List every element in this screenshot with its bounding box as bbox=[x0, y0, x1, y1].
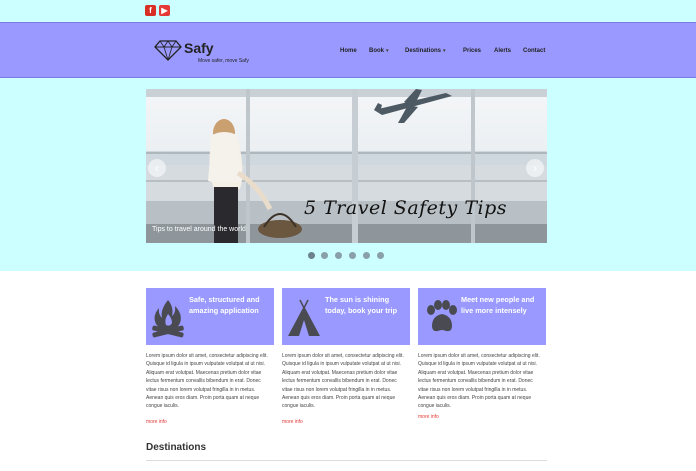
paw-icon bbox=[427, 300, 457, 332]
logo[interactable]: Safy Move safer, move Safy bbox=[154, 39, 264, 65]
brand-name: Safy bbox=[184, 40, 214, 56]
youtube-icon[interactable]: ▶ bbox=[159, 5, 170, 16]
slider-dot[interactable] bbox=[321, 252, 328, 259]
slide-overlay-title: 5 Travel Safety Tips bbox=[304, 197, 507, 219]
tent-icon bbox=[288, 299, 320, 336]
slider-dot[interactable] bbox=[308, 252, 315, 259]
feature-text: Lorem ipsum dolor sit amet, consectetur … bbox=[146, 353, 268, 410]
nav-alerts[interactable]: Alerts bbox=[494, 48, 511, 54]
nav-destinations[interactable]: Destinations ▾ bbox=[405, 48, 446, 54]
destinations-heading: Destinations bbox=[146, 442, 207, 453]
divider bbox=[146, 460, 547, 461]
more-info-link[interactable]: more info bbox=[282, 419, 303, 425]
facebook-icon[interactable]: f bbox=[145, 5, 156, 16]
slider-dot[interactable] bbox=[363, 252, 370, 259]
feature-header: The sun is shining today, book your trip bbox=[282, 288, 410, 345]
nav-book-label: Book bbox=[369, 48, 384, 54]
chevron-down-icon: ▾ bbox=[443, 48, 446, 54]
nav-home[interactable]: Home bbox=[340, 48, 357, 54]
slide-caption: Tips to travel around the world bbox=[152, 226, 246, 233]
brand-tagline: Move safer, move Safy bbox=[198, 58, 249, 64]
feature-title: Meet new people and live more intensely bbox=[461, 295, 535, 315]
slide-image bbox=[146, 89, 547, 243]
nav-destinations-label: Destinations bbox=[405, 48, 442, 54]
more-info-link[interactable]: more info bbox=[146, 419, 167, 425]
slider-dot[interactable] bbox=[349, 252, 356, 259]
nav-book[interactable]: Book ▾ bbox=[369, 48, 389, 54]
diamond-icon bbox=[154, 40, 182, 61]
slider-dot[interactable] bbox=[335, 252, 342, 259]
chevron-down-icon: ▾ bbox=[386, 48, 389, 54]
feature-title: The sun is shining today, book your trip bbox=[325, 295, 398, 315]
feature-card: The sun is shining today, book your trip… bbox=[282, 288, 410, 428]
nav-contact[interactable]: Contact bbox=[523, 48, 545, 54]
feature-header: Safe, structured and amazing application bbox=[146, 288, 274, 345]
more-info-link[interactable]: more info bbox=[418, 414, 439, 420]
nav-prices[interactable]: Prices bbox=[463, 48, 481, 54]
chevron-left-icon[interactable]: ‹ bbox=[148, 159, 166, 177]
hero-slide[interactable]: 5 Travel Safety Tips Tips to travel arou… bbox=[146, 89, 547, 243]
feature-text: Lorem ipsum dolor sit amet, consectetur … bbox=[418, 353, 540, 410]
chevron-right-icon[interactable]: › bbox=[526, 159, 544, 177]
site-header: Safy Move safer, move Safy Home Book ▾ De… bbox=[0, 22, 696, 78]
feature-card: Safe, structured and amazing application… bbox=[146, 288, 274, 428]
feature-header: Meet new people and live more intensely bbox=[418, 288, 546, 345]
slider-dot[interactable] bbox=[377, 252, 384, 259]
feature-card: Meet new people and live more intensely … bbox=[418, 288, 546, 428]
feature-title: Safe, structured and amazing application bbox=[189, 295, 260, 315]
top-bar: f ▶ bbox=[0, 0, 696, 22]
campfire-icon bbox=[152, 300, 184, 338]
feature-text: Lorem ipsum dolor sit amet, consectetur … bbox=[282, 353, 404, 410]
